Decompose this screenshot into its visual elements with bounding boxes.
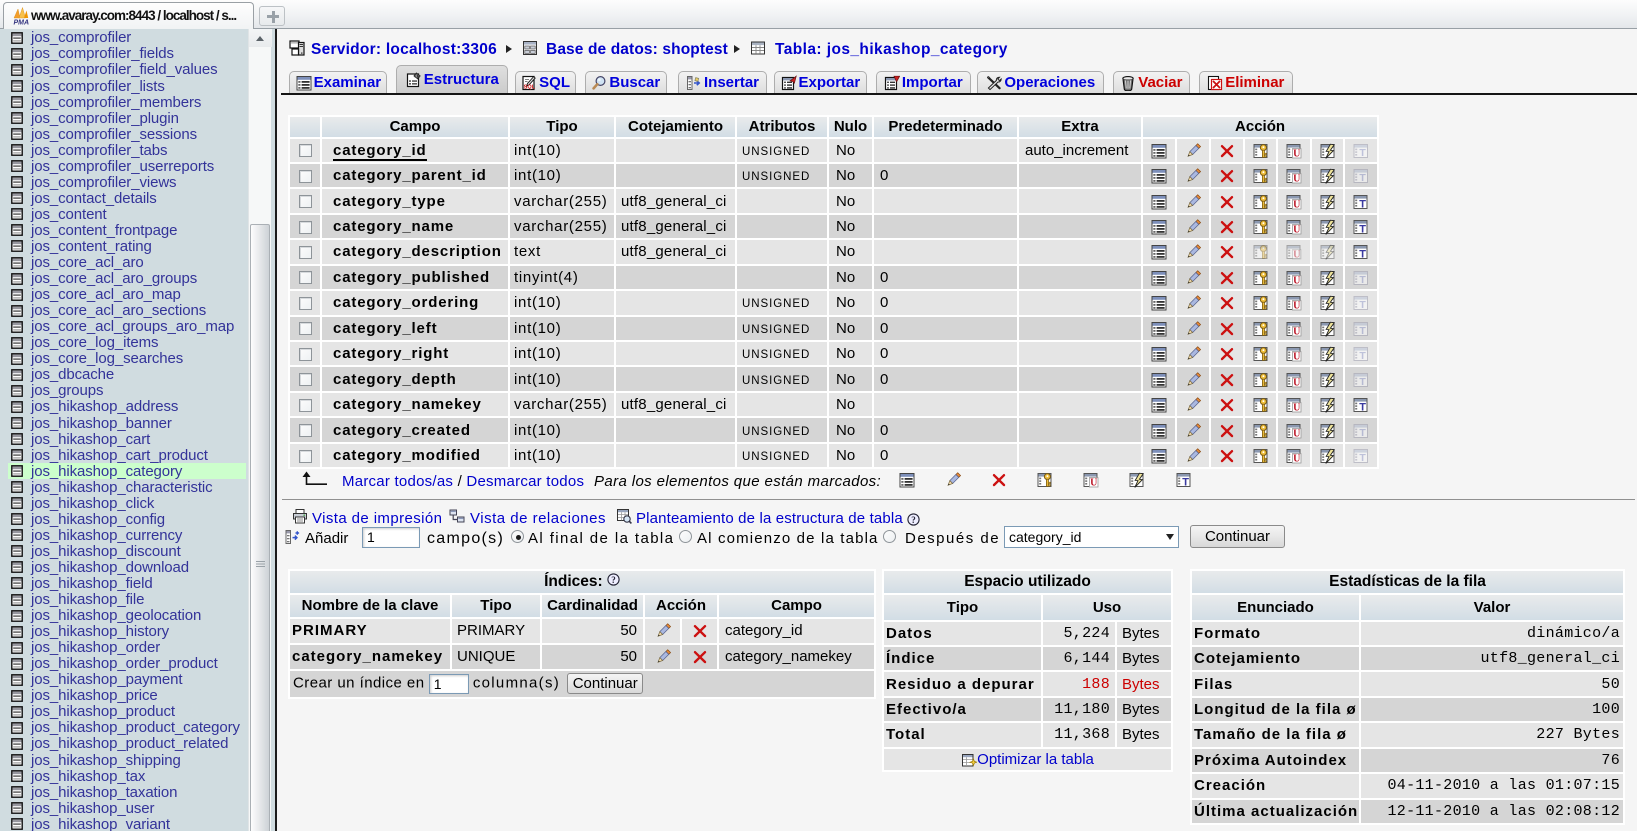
svg-text:U: U — [1293, 377, 1300, 388]
svg-text:U: U — [1293, 301, 1300, 312]
svg-text:U: U — [1293, 275, 1300, 286]
svg-text:?: ? — [611, 575, 616, 585]
svg-text:T: T — [1359, 376, 1366, 388]
svg-text:U: U — [1293, 148, 1300, 159]
svg-text:T: T — [1359, 198, 1366, 209]
svg-text:T: T — [1359, 427, 1366, 439]
svg-text:T: T — [1359, 224, 1366, 235]
svg-text:T: T — [1359, 325, 1366, 337]
svg-text:T: T — [1359, 274, 1366, 286]
svg-text:T: T — [1359, 350, 1366, 362]
svg-text:T: T — [1359, 300, 1366, 312]
svg-text:U: U — [1293, 352, 1300, 363]
svg-text:U: U — [1293, 224, 1300, 235]
svg-text:?: ? — [911, 515, 916, 525]
svg-text:T: T — [1182, 477, 1189, 488]
svg-text:U: U — [1293, 199, 1300, 210]
svg-text:U: U — [1090, 477, 1097, 488]
svg-text:U: U — [1293, 250, 1300, 261]
svg-text:SQL: SQL — [524, 84, 536, 90]
svg-text:U: U — [1293, 453, 1300, 464]
svg-text:T: T — [1359, 452, 1366, 464]
svg-text:U: U — [1293, 428, 1300, 439]
svg-text:T: T — [1359, 249, 1366, 260]
svg-text:T: T — [1359, 172, 1366, 184]
svg-text:T: T — [1359, 402, 1366, 413]
svg-text:T: T — [1359, 147, 1366, 159]
svg-text:U: U — [1293, 174, 1300, 185]
svg-text:U: U — [1293, 326, 1300, 337]
svg-text:U: U — [1293, 403, 1300, 414]
svg-text:PMA: PMA — [14, 20, 30, 27]
